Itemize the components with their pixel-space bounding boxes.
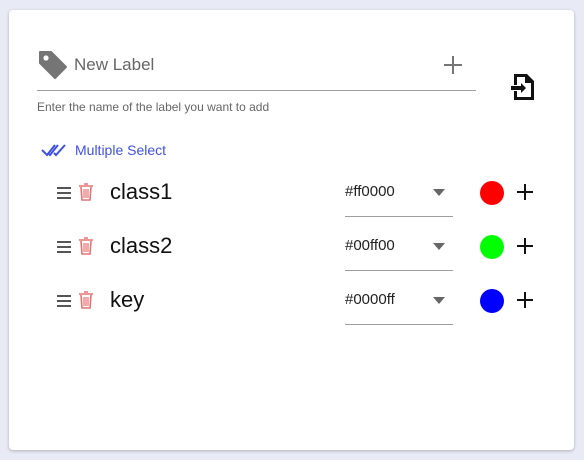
color-select[interactable]: #0000ff	[345, 276, 453, 325]
color-value: #ff0000	[345, 183, 395, 200]
file-import-icon[interactable]	[509, 72, 539, 102]
double-check-icon	[41, 144, 66, 157]
multiple-select-toggle[interactable]: Multiple Select	[41, 139, 166, 161]
color-value: #00ff00	[345, 237, 395, 254]
drag-handle-icon[interactable]	[57, 240, 71, 254]
tag-icon	[39, 51, 67, 79]
add-label-button[interactable]	[442, 54, 464, 76]
caret-down-icon	[433, 189, 445, 196]
trash-icon[interactable]	[78, 183, 94, 201]
multiple-select-label: Multiple Select	[75, 142, 167, 158]
label-row-class1: class1 #ff0000	[9, 168, 584, 218]
drag-handle-icon[interactable]	[57, 294, 71, 308]
color-select[interactable]: #ff0000	[345, 168, 453, 217]
label-row-class2: class2 #00ff00	[9, 222, 584, 272]
plus-icon[interactable]	[516, 237, 534, 255]
color-swatch[interactable]	[480, 181, 504, 205]
color-swatch[interactable]	[480, 289, 504, 313]
color-swatch[interactable]	[480, 235, 504, 259]
drag-handle-icon[interactable]	[57, 186, 71, 200]
label-name: class1	[110, 179, 173, 204]
plus-icon[interactable]	[516, 291, 534, 309]
label-name: class2	[110, 233, 173, 258]
new-label-input[interactable]	[74, 53, 414, 77]
plus-icon[interactable]	[516, 183, 534, 201]
label-manager-panel: Enter the name of the label you want to …	[9, 10, 574, 450]
caret-down-icon	[433, 243, 445, 250]
new-label-field	[37, 48, 476, 91]
color-value: #0000ff	[345, 291, 395, 308]
trash-icon[interactable]	[78, 291, 94, 309]
label-row-key: key #0000ff	[9, 276, 584, 326]
color-select[interactable]: #00ff00	[345, 222, 453, 271]
caret-down-icon	[433, 297, 445, 304]
trash-icon[interactable]	[78, 237, 94, 255]
label-name: key	[110, 287, 145, 312]
new-label-hint: Enter the name of the label you want to …	[37, 100, 270, 114]
